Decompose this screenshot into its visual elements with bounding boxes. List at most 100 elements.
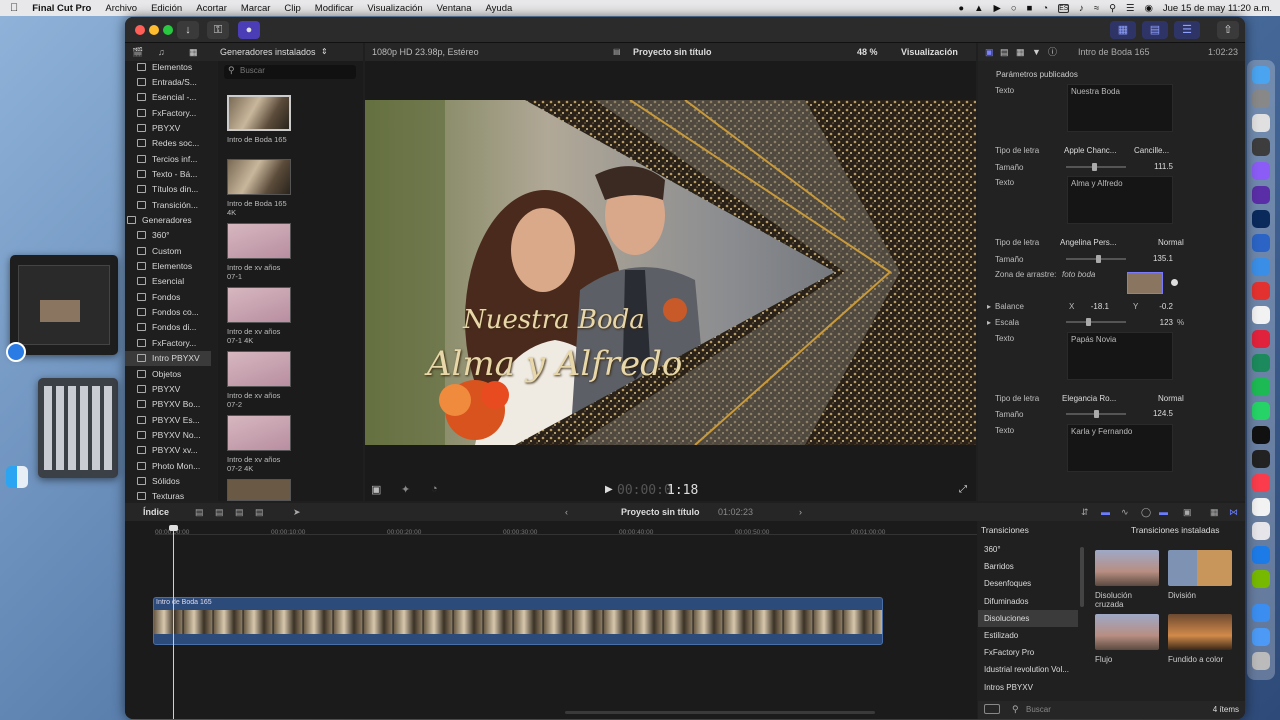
style-popup-2[interactable]: Normal bbox=[1158, 238, 1184, 247]
connect-clip-icon[interactable]: ▤ bbox=[195, 503, 204, 521]
view-popup[interactable]: Visualización bbox=[901, 43, 958, 61]
sidebar-item[interactable]: FxFactory... bbox=[125, 335, 211, 350]
filmstrip-icon[interactable]: ▦ bbox=[1016, 43, 1025, 61]
transition-category[interactable]: Idustrial revolution Vol... bbox=[978, 661, 1078, 678]
transitions-browser-icon[interactable]: ⋈ bbox=[1229, 503, 1238, 521]
generator-thumbnail[interactable] bbox=[227, 287, 291, 323]
menu-marcar[interactable]: Marcar bbox=[241, 3, 271, 14]
scale-value[interactable]: 123 bbox=[1145, 318, 1173, 327]
finder-dock-icon[interactable] bbox=[1252, 66, 1270, 84]
status-icon[interactable]: ■ bbox=[1027, 3, 1033, 14]
app-dock-icon[interactable] bbox=[1252, 354, 1270, 372]
transition-category[interactable]: Intros PBYXV bbox=[978, 679, 1078, 696]
audio-skimming-icon[interactable]: ∿ bbox=[1121, 503, 1129, 521]
close-icon[interactable] bbox=[135, 25, 145, 35]
photos-dock-icon[interactable] bbox=[1252, 498, 1270, 516]
transition-thumbnail[interactable] bbox=[1095, 550, 1159, 586]
pinterest-dock-icon[interactable] bbox=[1252, 330, 1270, 348]
font-popup-3[interactable]: Elegancia Ro... bbox=[1062, 394, 1116, 403]
balance-x-value[interactable]: -18.1 bbox=[1075, 302, 1109, 311]
snapping-icon[interactable]: ▬ bbox=[1101, 503, 1110, 521]
apple-menu-icon[interactable]:  bbox=[10, 2, 18, 14]
size-slider-3[interactable] bbox=[1066, 410, 1126, 418]
generator-thumbnail[interactable] bbox=[227, 223, 291, 259]
keywords-icon[interactable]: ⚿ bbox=[207, 21, 229, 39]
overwrite-clip-icon[interactable]: ▤ bbox=[255, 503, 264, 521]
sidebar-item[interactable]: Photo Mon... bbox=[125, 458, 211, 473]
timeline-ruler[interactable]: 00:00:00:00 00:00:10:00 00:00:20:00 00:0… bbox=[155, 521, 977, 536]
volume-icon[interactable]: ♪ bbox=[1079, 3, 1084, 14]
youtube-dock-icon[interactable] bbox=[1252, 282, 1270, 300]
sidebar-item[interactable]: Fondos di... bbox=[125, 320, 211, 335]
transition-category[interactable]: FxFactory Pro bbox=[978, 644, 1078, 661]
control-center-icon[interactable]: ☰ bbox=[1126, 3, 1135, 14]
transitions-search-input[interactable]: Buscar bbox=[1026, 705, 1051, 714]
transitions-toggle-icon[interactable]: ▦ bbox=[1210, 503, 1219, 521]
transform-icon[interactable]: ▣ bbox=[371, 483, 381, 496]
status-icon[interactable]: ● bbox=[958, 3, 964, 14]
sidebar-item[interactable]: Esencial bbox=[125, 274, 211, 289]
stage-manager-window[interactable] bbox=[38, 378, 118, 478]
sidebar-item[interactable]: PBYXV No... bbox=[125, 427, 211, 442]
text-field-2[interactable]: Alma y Alfredo bbox=[1067, 176, 1173, 224]
fullscreen-icon[interactable]: ⤢ bbox=[959, 484, 967, 495]
disclosure-icon[interactable]: ▸ bbox=[987, 318, 991, 327]
layout-browser-icon[interactable]: ▦ bbox=[1110, 21, 1136, 39]
menu-clip[interactable]: Clip bbox=[284, 3, 300, 14]
status-icon[interactable]: ▶ bbox=[994, 3, 1001, 14]
menu-ventana[interactable]: Ventana bbox=[437, 3, 472, 14]
menu-app-name[interactable]: Final Cut Pro bbox=[32, 3, 91, 14]
chrome-dock-icon[interactable] bbox=[1252, 306, 1270, 324]
text-field-1[interactable]: Nuestra Boda bbox=[1067, 84, 1173, 132]
text-field-4[interactable]: Karla y Fernando bbox=[1067, 424, 1173, 472]
generator-thumbnail[interactable] bbox=[227, 159, 291, 195]
input-source-indicator[interactable]: ES bbox=[1058, 3, 1070, 13]
clip-appearance-icon[interactable]: ▬ bbox=[1159, 503, 1168, 521]
sidebar-item[interactable]: Sólidos bbox=[125, 473, 211, 488]
background-tasks-icon[interactable]: ● bbox=[238, 21, 260, 39]
sidebar-item[interactable]: Tercios inf... bbox=[125, 151, 211, 166]
text-field-3[interactable]: Papás Novia bbox=[1067, 332, 1173, 380]
sidebar-item[interactable]: Elementos bbox=[125, 259, 211, 274]
timecode[interactable]: 1:18 bbox=[667, 483, 698, 498]
menu-archivo[interactable]: Archivo bbox=[105, 3, 137, 14]
play-icon[interactable]: ▶ bbox=[605, 484, 613, 495]
size-slider-1[interactable] bbox=[1066, 163, 1126, 171]
back-icon[interactable]: ‹ bbox=[565, 503, 568, 521]
effects-browser-icon[interactable]: ▣ bbox=[1183, 503, 1192, 521]
categories-scrollbar[interactable] bbox=[1080, 547, 1084, 607]
sidebar-item[interactable]: Entrada/S... bbox=[125, 74, 211, 89]
dropzone-reset-icon[interactable] bbox=[1171, 279, 1178, 286]
generator-thumbnail[interactable] bbox=[227, 351, 291, 387]
timeline-clip[interactable]: Intro de Boda 165 bbox=[153, 597, 883, 645]
text-inspector-icon[interactable]: ▤ bbox=[1000, 43, 1009, 61]
sidebar-item[interactable]: PBYXV Bo... bbox=[125, 397, 211, 412]
search-field[interactable]: ⚲ Buscar bbox=[224, 65, 356, 79]
sidebar-item[interactable]: PBYXV Es... bbox=[125, 412, 211, 427]
layout-inspector-icon[interactable]: ☰ bbox=[1174, 21, 1200, 39]
calendar-dock-icon[interactable] bbox=[1252, 522, 1270, 540]
finder-icon[interactable] bbox=[6, 466, 28, 488]
index-button[interactable]: Índice bbox=[143, 503, 169, 521]
whatsapp-dock-icon[interactable] bbox=[1252, 402, 1270, 420]
append-clip-icon[interactable]: ▤ bbox=[235, 503, 244, 521]
playhead-handle[interactable] bbox=[169, 525, 178, 531]
transition-category[interactable]: Estilizado bbox=[978, 627, 1078, 644]
size-value-1[interactable]: 111.5 bbox=[1135, 162, 1173, 171]
playhead[interactable] bbox=[173, 527, 174, 719]
sidebar-item[interactable]: Fondos bbox=[125, 289, 211, 304]
sidebar-item[interactable]: Redes soc... bbox=[125, 136, 211, 151]
appletv-dock-icon[interactable] bbox=[1252, 426, 1270, 444]
transition-category[interactable]: Difuminados bbox=[978, 593, 1078, 610]
enhance-icon[interactable]: ✦ bbox=[401, 483, 410, 496]
skimming-icon[interactable]: ⇵ bbox=[1081, 503, 1089, 521]
chevron-down-icon[interactable]: ⇕ bbox=[321, 43, 328, 61]
zoom-popup[interactable]: 48 % bbox=[857, 43, 878, 61]
select-tool-icon[interactable]: ➤ bbox=[293, 503, 301, 521]
sidebar-item[interactable]: Elementos bbox=[125, 59, 211, 74]
timeline-scrollbar[interactable] bbox=[565, 711, 875, 714]
appstore-dock-icon[interactable] bbox=[1252, 546, 1270, 564]
trash-dock-icon[interactable] bbox=[1252, 652, 1270, 670]
sidebar-item[interactable]: Fondos co... bbox=[125, 305, 211, 320]
folder-dock-icon[interactable] bbox=[1252, 628, 1270, 646]
